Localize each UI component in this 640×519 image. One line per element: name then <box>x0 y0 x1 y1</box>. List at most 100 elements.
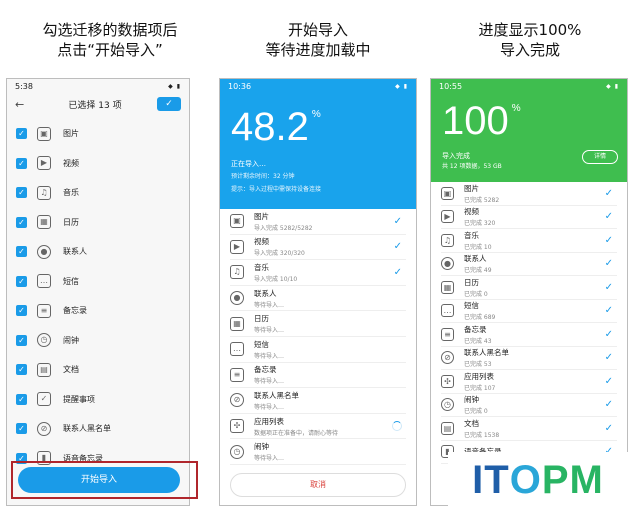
completed-item-list: ▣ 图片 已完成 5282 ✓ ▶ 视频 已完成 320 ✓ ♫ 音乐 已完成 10 ✓ ● 联系人 已完成… <box>431 182 627 464</box>
checkbox-checked-icon[interactable]: ✓ <box>16 246 27 258</box>
check-icon: ✓ <box>604 211 613 223</box>
phone-importing-screen: 10:36 ◆ ▮ 48.2% 正在导入… 预计剩余时间：32 分钟 提示：导入过… <box>219 78 417 506</box>
apps-icon: ✣ <box>441 374 454 388</box>
list-item[interactable]: ✓ ▶ 视频 <box>7 149 189 179</box>
item-status: 已完成 0 <box>464 290 488 298</box>
item-name: 图片 <box>464 183 479 193</box>
memo-icon: ≡ <box>230 367 244 382</box>
completed-item: ▣ 图片 已完成 5282 ✓ <box>441 182 617 206</box>
list-item-label: 提醒事项 <box>63 394 95 404</box>
image-icon: ▣ <box>37 126 51 141</box>
caption-step2: 开始导入 等待进度加载中 <box>265 21 371 59</box>
list-item[interactable]: ✓ ● 联系人 <box>7 237 189 267</box>
calendar-icon: ▦ <box>441 280 454 294</box>
loading-spinner-icon <box>392 421 402 432</box>
list-item-label: 闹钟 <box>63 335 79 345</box>
music-icon: ♫ <box>230 265 244 280</box>
document-icon: ▤ <box>441 421 454 435</box>
list-item[interactable]: ✓ … 短信 <box>7 267 189 297</box>
checkbox-checked-icon[interactable]: ✓ <box>16 305 27 317</box>
check-icon: ✓ <box>604 187 613 199</box>
calendar-icon: ▦ <box>230 316 244 331</box>
import-item: ◷ 闹钟 等待导入… <box>230 439 406 465</box>
checkbox-checked-icon[interactable]: ✓ <box>16 393 27 405</box>
item-text: 应用列表 数据项正在准备中，请耐心等待 <box>254 416 338 437</box>
completed-item: ● 联系人 已完成 49 ✓ <box>441 253 617 276</box>
progress-percent: 48.2% <box>231 105 321 149</box>
checkbox-checked-icon[interactable]: ✓ <box>16 334 27 346</box>
item-status: 已完成 43 <box>464 337 492 345</box>
confirm-button[interactable]: ✓ <box>157 97 181 111</box>
list-item-label: 联系人黑名单 <box>63 424 111 434</box>
cancel-button[interactable]: 取消 <box>230 473 406 497</box>
list-item[interactable]: ✓ ◷ 闹钟 <box>7 326 189 356</box>
apps-icon: ✣ <box>230 419 244 434</box>
checkbox-checked-icon[interactable]: ✓ <box>16 423 27 435</box>
list-item-label: 日历 <box>63 217 79 227</box>
item-text: 文档 已完成 1538 <box>464 418 499 439</box>
check-icon: ✓ <box>393 266 402 278</box>
item-text: 短信 等待导入… <box>254 339 284 360</box>
item-status: 等待导入… <box>254 455 285 463</box>
item-text: 视频导入完成 320/320 <box>254 236 305 257</box>
import-status: 正在导入… <box>231 160 266 168</box>
image-icon: ▣ <box>441 186 454 200</box>
completed-item: ⊘ 联系人黑名单 已完成 53 ✓ <box>441 347 617 370</box>
item-text: 图片 已完成 5282 <box>464 183 499 204</box>
video-icon: ▶ <box>441 210 454 224</box>
back-arrow-icon[interactable]: ← <box>15 98 33 111</box>
list-item-label: 文档 <box>63 365 79 375</box>
checkbox-checked-icon[interactable]: ✓ <box>16 364 27 376</box>
item-name: 视频 <box>254 237 269 247</box>
item-name: 应用列表 <box>254 416 284 426</box>
completed-item: ▦ 日历 已完成 0 ✓ <box>441 276 617 300</box>
item-status: 已完成 1538 <box>464 431 500 439</box>
item-status: 导入完成 320/320 <box>254 250 305 258</box>
connection-tip: 提示：导入过程中需保持设备连接 <box>231 186 322 193</box>
import-item: ⊘ 联系人黑名单 等待导入… <box>230 388 406 414</box>
item-name: 备忘录 <box>254 365 277 375</box>
video-icon: ▶ <box>230 239 244 254</box>
message-icon: … <box>230 342 244 357</box>
data-item-list: ✓ ▣ 图片 ✓ ▶ 视频 ✓ ♫ 音乐 ✓ ▦ 日历 ✓ ● 联系人 ✓… 短信 ✓ ≡ 备忘录 ✓ ◷ 闹钟 ✓ ▤ 文档 ✓ ✓… <box>7 119 189 473</box>
item-status: 已完成 689 <box>464 314 496 322</box>
item-name: 日历 <box>254 314 269 324</box>
item-name: 短信 <box>254 339 269 349</box>
import-item: ● 联系人 等待导入… <box>230 286 406 312</box>
list-item[interactable]: ✓ ▤ 文档 <box>7 355 189 385</box>
list-item[interactable]: ✓ ⊘ 联系人黑名单 <box>7 414 189 444</box>
list-item[interactable]: ✓ ▦ 日历 <box>7 208 189 238</box>
item-name: 日历 <box>464 277 479 287</box>
item-status: 已完成 320 <box>464 220 496 228</box>
list-item[interactable]: ✓ ▣ 图片 <box>7 119 189 149</box>
item-status: 等待导入… <box>254 403 285 411</box>
checkbox-checked-icon[interactable]: ✓ <box>16 187 27 199</box>
checkbox-checked-icon[interactable]: ✓ <box>16 216 27 228</box>
itopm-logo: ITOPM <box>448 452 628 508</box>
item-text: 日历已完成 0 <box>464 277 488 298</box>
completed-item: ✣ 应用列表 已完成 107 ✓ <box>441 370 617 394</box>
contact-icon: ● <box>441 257 454 271</box>
highlight-box <box>11 461 198 499</box>
list-item-label: 联系人 <box>63 247 87 257</box>
import-item: ✣ 应用列表 数据项正在准备中，请耐心等待 <box>230 414 406 440</box>
list-item[interactable]: ✓ ✓ 提醒事项 <box>7 385 189 415</box>
list-item-label: 视频 <box>63 158 79 168</box>
list-item[interactable]: ✓ ≡ 备忘录 <box>7 296 189 326</box>
list-item-label: 音乐 <box>63 188 79 198</box>
checkbox-checked-icon[interactable]: ✓ <box>16 275 27 287</box>
details-button[interactable]: 详情 <box>582 150 618 164</box>
checkbox-checked-icon[interactable]: ✓ <box>16 128 27 140</box>
remaining-time: 预计剩余时间：32 分钟 <box>231 173 295 180</box>
item-text: 日历 等待导入… <box>254 313 284 334</box>
message-icon: … <box>37 274 51 289</box>
item-status: 导入完成 10/10 <box>254 275 298 283</box>
complete-summary: 共 12 项数据，53 GB <box>442 163 502 170</box>
check-icon: ✓ <box>393 241 402 253</box>
block-icon: ⊘ <box>37 421 51 436</box>
status-bar: 10:36 ◆ ▮ <box>228 81 408 91</box>
check-icon: ✓ <box>604 352 613 364</box>
list-item[interactable]: ✓ ♫ 音乐 <box>7 178 189 208</box>
check-icon: ✓ <box>604 375 613 387</box>
checkbox-checked-icon[interactable]: ✓ <box>16 157 27 169</box>
